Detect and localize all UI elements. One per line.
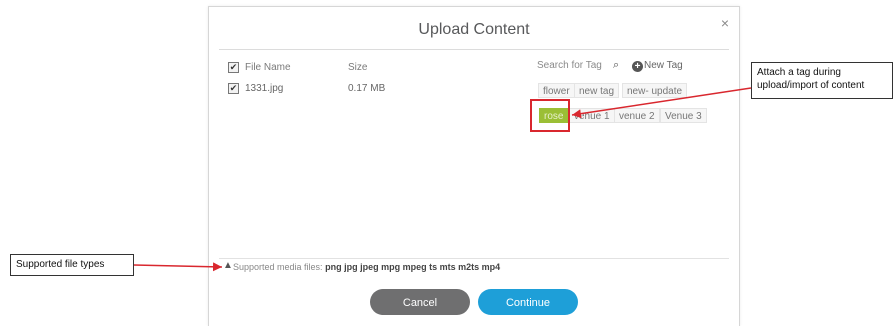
supported-file-types: png jpg jpeg mpg mpeg ts mts m2ts mp4 <box>325 262 501 272</box>
bell-icon: ▲ <box>223 260 233 271</box>
add-tag-icon[interactable]: + <box>632 61 643 72</box>
column-header-size: Size <box>348 62 368 73</box>
dialog-title: Upload Content <box>418 21 530 38</box>
tag-venue-2[interactable]: venue 2 <box>614 108 660 123</box>
header-divider <box>219 49 729 50</box>
tag-venue-3[interactable]: Venue 3 <box>660 108 707 123</box>
upload-content-dialog: Upload Content × ✔ File Name Size Search… <box>208 6 740 326</box>
supported-files-label: Supported media files: <box>233 262 323 272</box>
tag-new-update[interactable]: new- update <box>622 83 688 98</box>
file-name-cell: 1331.jpg <box>245 83 284 94</box>
close-icon[interactable]: × <box>721 15 729 31</box>
supported-files-text: Supported media files: png jpg jpeg mpg … <box>233 262 500 272</box>
filetypes-callout: Supported file types <box>10 254 134 276</box>
continue-button[interactable]: Continue <box>478 289 578 315</box>
search-icon[interactable]: ⌕ <box>613 59 619 72</box>
selected-tag-highlight <box>530 99 570 132</box>
tag-search-input[interactable]: Search for Tag <box>537 60 602 71</box>
cancel-button[interactable]: Cancel <box>370 289 470 315</box>
new-tag-button[interactable]: New Tag <box>644 60 683 71</box>
file-size-cell: 0.17 MB <box>348 83 386 94</box>
tag-new-tag[interactable]: new tag <box>574 83 620 98</box>
select-all-checkbox[interactable]: ✔ <box>228 62 239 73</box>
footer-divider <box>219 258 729 259</box>
file-row-checkbox[interactable]: ✔ <box>228 83 239 94</box>
column-header-file-name: File Name <box>245 62 291 73</box>
tag-venue-1[interactable]: venue 1 <box>569 108 615 123</box>
tag-flower[interactable]: flower <box>538 83 575 98</box>
tag-callout: Attach a tag during upload/import of con… <box>751 62 893 99</box>
